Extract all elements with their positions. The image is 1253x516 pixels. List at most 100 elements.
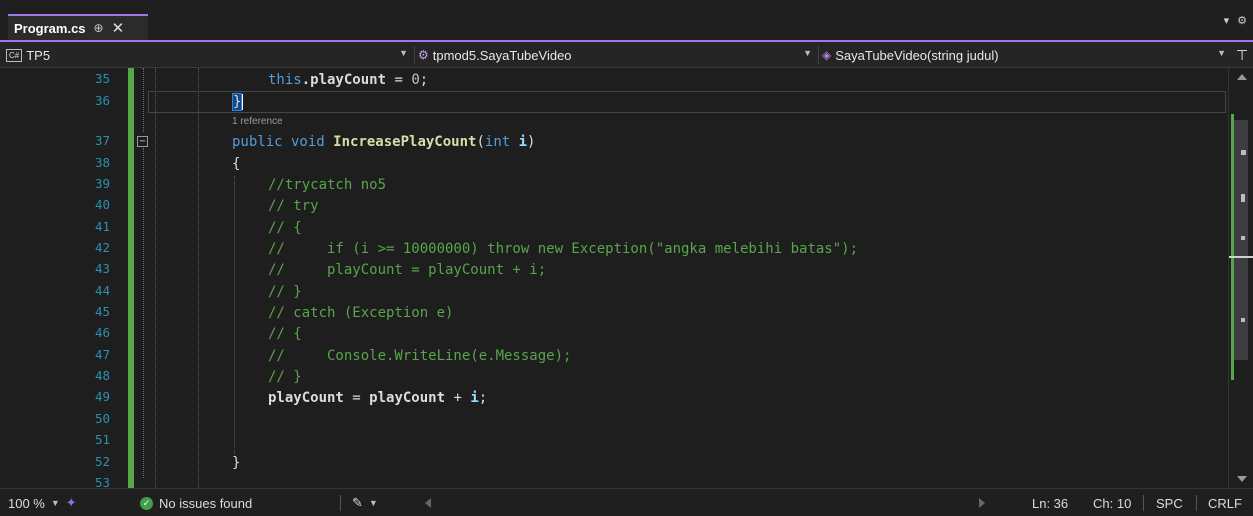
project-name: TP5 — [26, 47, 51, 63]
code-line-39: //trycatch no5 — [268, 177, 387, 193]
code-line-41: // { — [268, 220, 302, 236]
class-dropdown[interactable]: ⚙ tpmod5.SayaTubeVideo ▼ — [418, 42, 818, 68]
chevron-down-icon: ▼ — [399, 48, 408, 58]
method-name: IncreasePlayCount — [333, 134, 477, 150]
text-caret — [242, 94, 244, 110]
scrollbar-marker — [1241, 318, 1245, 322]
line-number: 39 — [94, 176, 110, 191]
change-tracking-bar — [128, 68, 134, 488]
code-cleanup-button[interactable]: ✎ ▼ — [352, 489, 378, 516]
line-number: 49 — [94, 389, 110, 404]
outline-line — [143, 148, 144, 478]
line-number: 51 — [94, 432, 110, 447]
operator: + — [445, 390, 471, 406]
line-number: 36 — [94, 93, 110, 108]
open-brace: { — [232, 156, 241, 172]
scroll-thumb[interactable] — [1234, 120, 1248, 360]
member-name: SayaTubeVideo(string judul) — [835, 47, 999, 63]
code-line-38: { — [232, 154, 240, 174]
nav-divider — [414, 46, 415, 64]
pin-icon[interactable]: ⊕ — [94, 21, 104, 35]
chevron-down-icon: ▼ — [803, 48, 812, 58]
scrollbar-caret-position — [1229, 256, 1253, 258]
line-number: 46 — [94, 325, 110, 340]
document-tab-strip: Program.cs ⊕ ✕ ▾ ⚙ — [0, 0, 1253, 42]
code-line-35: this.playCount = 0; — [268, 70, 428, 90]
codelens-references[interactable]: 1 reference — [232, 116, 283, 127]
line-number: 44 — [94, 283, 110, 298]
member-access: .playCount — [301, 72, 387, 88]
line-number: 37 — [94, 133, 110, 148]
indent-guide — [234, 176, 235, 454]
column-indicator[interactable]: Ch: 10 — [1093, 489, 1131, 516]
check-circle-icon: ✓ — [140, 496, 153, 510]
scroll-left-icon[interactable] — [425, 498, 431, 508]
code-line-36: } — [232, 92, 244, 112]
scroll-up-icon[interactable] — [1237, 74, 1247, 80]
code-line-48: // } — [268, 369, 302, 385]
tabstrip-controls: ▾ ⚙ — [1224, 14, 1247, 27]
method-cube-icon: ◈ — [822, 48, 832, 62]
line-number: 35 — [94, 71, 110, 86]
editor-status-bar: 100 % ▼ ✦ ✓ No issues found ✎ ▼ Ln: 36 C… — [0, 488, 1253, 516]
code-line-52: } — [232, 453, 240, 473]
project-dropdown[interactable]: C# TP5 ▼ — [6, 42, 414, 68]
code-line-47: // Console.WriteLine(e.Message); — [268, 348, 572, 364]
settings-icon[interactable]: ⚙ — [1237, 14, 1247, 27]
outline-line — [143, 68, 144, 132]
code-line-44: // } — [268, 284, 302, 300]
class-icon: ⚙ — [418, 48, 429, 62]
line-number: 43 — [94, 261, 110, 276]
semicolon: ; — [419, 72, 429, 88]
line-number: 38 — [94, 155, 110, 170]
tab-title: Program.cs — [14, 20, 86, 36]
whitespace-indicator[interactable]: SPC — [1156, 489, 1183, 516]
issues-indicator[interactable]: ✓ No issues found — [140, 489, 252, 516]
line-number: 50 — [94, 411, 110, 426]
tab-program-cs[interactable]: Program.cs ⊕ ✕ — [8, 14, 148, 40]
chevron-down-icon: ▼ — [368, 498, 378, 508]
vertical-scrollbar[interactable] — [1228, 68, 1253, 488]
scrollbar-marker — [1241, 150, 1246, 155]
line-ending-indicator[interactable]: CRLF — [1208, 489, 1242, 516]
code-editor[interactable]: 35 36 37 38 39 40 41 42 43 44 45 46 47 4… — [0, 68, 1253, 488]
line-indicator[interactable]: Ln: 36 — [1032, 489, 1068, 516]
operator: = — [343, 390, 370, 406]
identifier: playCount — [268, 390, 344, 406]
line-number: 48 — [94, 368, 110, 383]
line-number: 42 — [94, 240, 110, 255]
identifier: playCount — [369, 390, 446, 406]
chevron-down-icon: ▼ — [50, 498, 60, 508]
paren: ( — [476, 134, 485, 150]
status-divider — [340, 495, 341, 511]
indent-guide — [198, 68, 199, 488]
semicolon: ; — [478, 390, 488, 406]
brush-icon: ✎ — [352, 495, 363, 510]
horizontal-scrollbar[interactable] — [425, 497, 985, 509]
zoom-dropdown[interactable]: 100 % ▼ ✦ — [8, 489, 77, 516]
member-dropdown[interactable]: ◈ SayaTubeVideo(string judul) ▼ — [822, 42, 1232, 68]
chevron-down-icon: ▼ — [1217, 48, 1226, 58]
status-divider — [1143, 495, 1144, 511]
close-icon[interactable]: ✕ — [112, 19, 125, 37]
status-divider — [1196, 495, 1197, 511]
issues-text: No issues found — [159, 495, 253, 511]
scrollbar-marker — [1241, 236, 1245, 240]
scrollbar-marker — [1241, 194, 1245, 202]
scroll-down-icon[interactable] — [1237, 476, 1247, 482]
parameter: i — [470, 390, 479, 406]
scroll-right-icon[interactable] — [979, 498, 985, 508]
split-window-icon[interactable]: ⊤ — [1236, 42, 1253, 68]
current-line-highlight — [148, 91, 1226, 113]
paren: ) — [527, 134, 536, 150]
tab-list-dropdown-icon[interactable]: ▾ — [1224, 14, 1230, 27]
line-number: 52 — [94, 454, 110, 469]
csharp-project-icon: C# — [6, 48, 23, 62]
copilot-icon[interactable]: ✦ — [66, 495, 77, 511]
line-number: 53 — [94, 475, 110, 488]
code-line-40: // try — [268, 198, 319, 214]
line-number: 40 — [94, 197, 110, 212]
line-number: 41 — [94, 219, 110, 234]
collapse-icon[interactable]: − — [137, 136, 148, 147]
indent-guide — [155, 68, 156, 488]
